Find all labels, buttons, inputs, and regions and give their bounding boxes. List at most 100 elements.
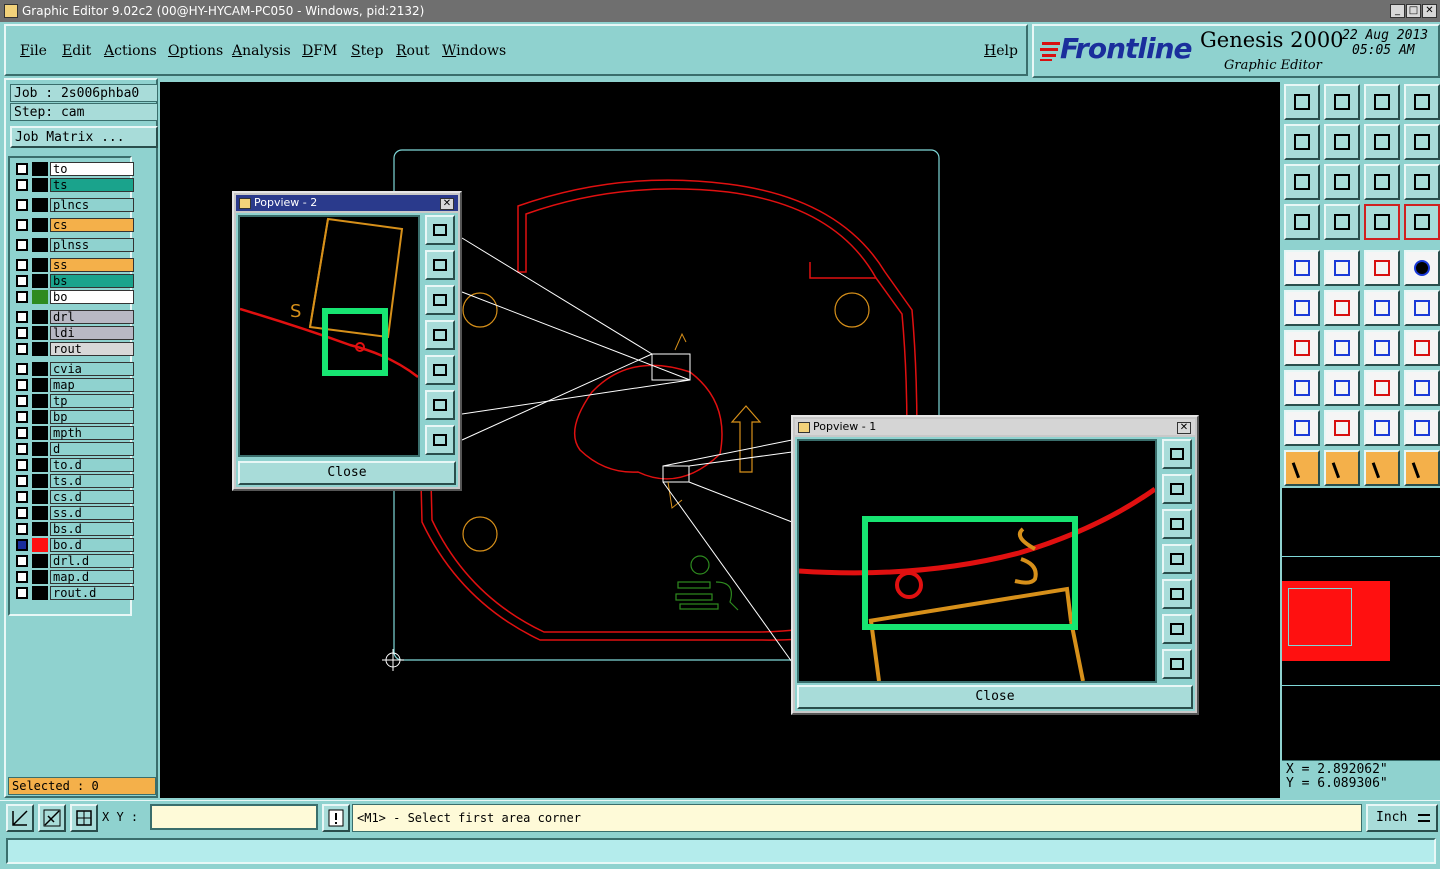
close-button[interactable]: ✕ bbox=[1422, 4, 1437, 18]
layer-row-d[interactable]: d bbox=[16, 442, 134, 456]
delete-node-icon[interactable] bbox=[1324, 290, 1360, 326]
zoom-out-icon[interactable] bbox=[1324, 124, 1360, 160]
xy-input[interactable] bbox=[150, 804, 318, 830]
layer-row-mpth[interactable]: mpth bbox=[16, 426, 134, 440]
layer-checkbox[interactable] bbox=[16, 327, 28, 339]
measure-tools-icon[interactable] bbox=[1284, 204, 1320, 240]
layer-row-cs-d[interactable]: cs.d bbox=[16, 490, 134, 504]
layer-color-swatch[interactable] bbox=[32, 238, 48, 252]
popview-1-fit-icon[interactable] bbox=[1162, 649, 1192, 679]
layer-row-ss-d[interactable]: ss.d bbox=[16, 506, 134, 520]
menu-windows[interactable]: Windows bbox=[442, 43, 506, 59]
pointer-icon[interactable] bbox=[1284, 450, 1320, 486]
layer-checkbox[interactable] bbox=[16, 275, 28, 287]
popview-2-pan-left-icon[interactable] bbox=[425, 320, 455, 350]
layer-row-drl-d[interactable]: drl.d bbox=[16, 554, 134, 568]
layer-row-to-d[interactable]: to.d bbox=[16, 458, 134, 472]
layer-checkbox[interactable] bbox=[16, 539, 28, 551]
popview-1-close-button[interactable]: Close bbox=[797, 685, 1193, 709]
pointer-area-icon[interactable] bbox=[1364, 450, 1400, 486]
layer-compare-icon[interactable] bbox=[1404, 204, 1440, 240]
overview-map[interactable] bbox=[1282, 488, 1440, 760]
popview-2-view[interactable]: S bbox=[238, 215, 420, 457]
menu-edit[interactable]: Edit bbox=[62, 43, 91, 59]
layer-color-swatch[interactable] bbox=[32, 326, 48, 340]
layer-color-swatch[interactable] bbox=[32, 570, 48, 584]
layer-checkbox[interactable] bbox=[16, 587, 28, 599]
layer-checkbox[interactable] bbox=[16, 219, 28, 231]
popview-1-pan-right-icon[interactable] bbox=[1162, 579, 1192, 609]
layer-checkbox[interactable] bbox=[16, 379, 28, 391]
layer-checkbox[interactable] bbox=[16, 475, 28, 487]
redraw-icon[interactable] bbox=[1364, 124, 1400, 160]
popview-1-pan-up-icon[interactable] bbox=[1162, 474, 1192, 504]
add-line-icon[interactable] bbox=[1324, 250, 1360, 286]
layer-color-swatch[interactable] bbox=[32, 474, 48, 488]
popview-2-zoom-out-icon[interactable] bbox=[425, 390, 455, 420]
popview-1-pan-left-icon[interactable] bbox=[1162, 544, 1192, 574]
layer-color-swatch[interactable] bbox=[32, 410, 48, 424]
popview-2-window[interactable]: Popview - 2 ✕ S Close bbox=[232, 191, 462, 491]
units-selector[interactable]: Inch bbox=[1366, 804, 1438, 832]
layer-color-swatch[interactable] bbox=[32, 290, 48, 304]
layer-color-swatch[interactable] bbox=[32, 362, 48, 376]
layer-checkbox[interactable] bbox=[16, 259, 28, 271]
popview-2-pan-down-icon[interactable] bbox=[425, 285, 455, 315]
popview-1-view[interactable] bbox=[797, 439, 1157, 683]
layer-row-bo[interactable]: bo bbox=[16, 290, 134, 304]
layer-row-bo-d[interactable]: bo.d bbox=[16, 538, 134, 552]
menu-rout[interactable]: Rout bbox=[396, 43, 430, 59]
triangle-select-icon[interactable] bbox=[1284, 410, 1320, 446]
layer-color-swatch[interactable] bbox=[32, 458, 48, 472]
layer-row-map[interactable]: map bbox=[16, 378, 134, 392]
popview-2-zoom-icon[interactable] bbox=[425, 215, 455, 245]
layer-row-plncs[interactable]: plncs bbox=[16, 198, 134, 212]
layer-checkbox[interactable] bbox=[16, 395, 28, 407]
layer-row-to[interactable]: to bbox=[16, 162, 134, 176]
shape-icon[interactable] bbox=[1404, 410, 1440, 446]
popview-1-pan-down-icon[interactable] bbox=[1162, 509, 1192, 539]
alert-icon[interactable] bbox=[322, 804, 350, 832]
layer-row-cvia[interactable]: cvia bbox=[16, 362, 134, 376]
transform-icon[interactable] bbox=[1404, 370, 1440, 406]
layer-row-bs-d[interactable]: bs.d bbox=[16, 522, 134, 536]
layer-checkbox[interactable] bbox=[16, 555, 28, 567]
angle-icon[interactable] bbox=[1284, 330, 1320, 366]
select-pad-icon[interactable] bbox=[1284, 370, 1320, 406]
popview-1-window[interactable]: Popview - 1 ✕ Close bbox=[791, 415, 1199, 715]
polygon-icon[interactable] bbox=[1324, 410, 1360, 446]
step-repeat-icon[interactable] bbox=[1404, 124, 1440, 160]
layer-checkbox[interactable] bbox=[16, 311, 28, 323]
layer-color-swatch[interactable] bbox=[32, 442, 48, 456]
fill-circle-icon[interactable] bbox=[1404, 250, 1440, 286]
job-matrix-button[interactable]: Job Matrix ... bbox=[10, 126, 158, 148]
layer-color-swatch[interactable] bbox=[32, 198, 48, 212]
popview-2-pan-up-icon[interactable] bbox=[425, 250, 455, 280]
layer-row-ss[interactable]: ss bbox=[16, 258, 134, 272]
pan-center-icon[interactable] bbox=[1324, 164, 1360, 200]
scale-icon[interactable] bbox=[1364, 164, 1400, 200]
outline-icon[interactable] bbox=[1364, 410, 1400, 446]
layer-checkbox[interactable] bbox=[16, 571, 28, 583]
layer-color-swatch[interactable] bbox=[32, 218, 48, 232]
layer-checkbox[interactable] bbox=[16, 163, 28, 175]
layer-checkbox[interactable] bbox=[16, 179, 28, 191]
popview-1-zoom-out-icon[interactable] bbox=[1162, 614, 1192, 644]
layer-checkbox[interactable] bbox=[16, 199, 28, 211]
arc-icon[interactable] bbox=[1364, 330, 1400, 366]
layer-color-swatch[interactable] bbox=[32, 378, 48, 392]
menu-options[interactable]: Options bbox=[168, 43, 223, 59]
layer-row-ts[interactable]: ts bbox=[16, 178, 134, 192]
popview-2-fit-icon[interactable] bbox=[425, 425, 455, 455]
layer-row-tp[interactable]: tp bbox=[16, 394, 134, 408]
layer-color-swatch[interactable] bbox=[32, 178, 48, 192]
layer-color-swatch[interactable] bbox=[32, 538, 48, 552]
grid-toggle-icon[interactable] bbox=[1324, 204, 1360, 240]
layer-color-swatch[interactable] bbox=[32, 426, 48, 440]
layer-color-swatch[interactable] bbox=[32, 522, 48, 536]
layer-row-plnss[interactable]: plnss bbox=[16, 238, 134, 252]
popview-2-close-button[interactable]: Close bbox=[238, 461, 456, 485]
mirror-icon[interactable] bbox=[1404, 330, 1440, 366]
layer-color-swatch[interactable] bbox=[32, 162, 48, 176]
layer-row-rout-d[interactable]: rout.d bbox=[16, 586, 134, 600]
